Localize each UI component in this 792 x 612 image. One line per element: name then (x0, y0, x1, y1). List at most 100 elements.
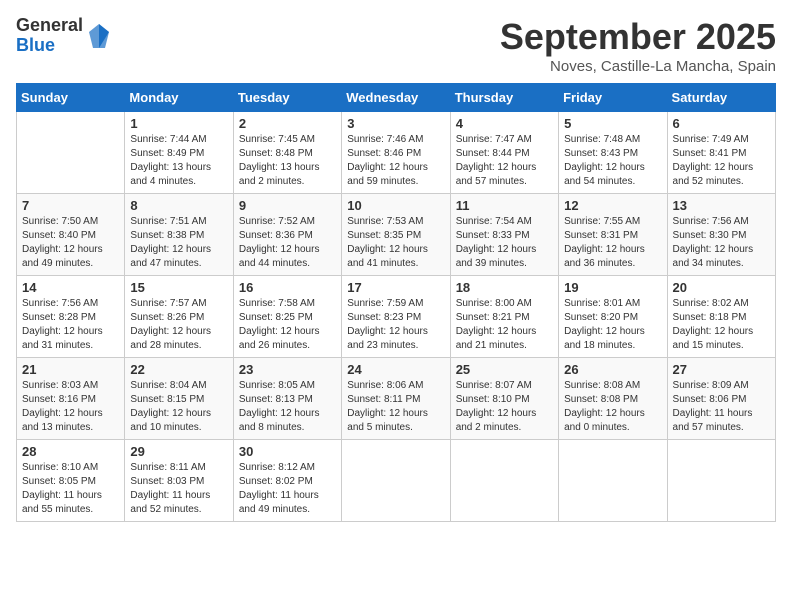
calendar-cell (559, 440, 667, 522)
day-number: 15 (130, 280, 227, 295)
day-info: Sunrise: 7:55 AM Sunset: 8:31 PM Dayligh… (564, 215, 661, 271)
day-info: Sunrise: 8:00 AM Sunset: 8:21 PM Dayligh… (456, 297, 553, 353)
calendar-cell: 14 Sunrise: 7:56 AM Sunset: 8:28 PM Dayli… (17, 276, 125, 358)
day-info: Sunrise: 7:46 AM Sunset: 8:46 PM Dayligh… (347, 133, 444, 189)
day-info: Sunrise: 7:56 AM Sunset: 8:30 PM Dayligh… (673, 215, 770, 271)
calendar-cell: 21Sunrise: 8:03 AM Sunset: 8:16 PM Dayli… (17, 358, 125, 440)
day-info: Sunrise: 7:45 AM Sunset: 8:48 PM Dayligh… (239, 133, 336, 189)
day-info: Sunrise: 7:56 AM Sunset: 8:28 PM Dayligh… (22, 297, 119, 353)
day-number: 12 (564, 198, 661, 213)
day-info: Sunrise: 7:53 AM Sunset: 8:35 PM Dayligh… (347, 215, 444, 271)
calendar-cell (17, 112, 125, 194)
logo-icon (87, 22, 111, 50)
day-number: 1 (130, 116, 227, 131)
calendar-cell: 7 Sunrise: 7:50 AM Sunset: 8:40 PM Daylig… (17, 194, 125, 276)
calendar-cell (450, 440, 558, 522)
month-title: September 2025 (500, 16, 776, 58)
day-number: 3 (347, 116, 444, 131)
day-number: 26 (564, 362, 661, 377)
day-info: Sunrise: 7:58 AM Sunset: 8:25 PM Dayligh… (239, 297, 336, 353)
day-number: 7 (22, 198, 119, 213)
calendar-cell: 19 Sunrise: 8:01 AM Sunset: 8:20 PM Dayli… (559, 276, 667, 358)
day-info: Sunrise: 8:09 AM Sunset: 8:06 PM Dayligh… (673, 379, 770, 435)
day-number: 6 (673, 116, 770, 131)
calendar-cell: 16 Sunrise: 7:58 AM Sunset: 8:25 PM Dayli… (233, 276, 341, 358)
calendar-cell: 20 Sunrise: 8:02 AM Sunset: 8:18 PM Dayli… (667, 276, 775, 358)
day-of-week-header: Monday (125, 84, 233, 112)
calendar-cell (667, 440, 775, 522)
day-number: 2 (239, 116, 336, 131)
day-info: Sunrise: 8:02 AM Sunset: 8:18 PM Dayligh… (673, 297, 770, 353)
day-info: Sunrise: 7:59 AM Sunset: 8:23 PM Dayligh… (347, 297, 444, 353)
day-info: Sunrise: 8:04 AM Sunset: 8:15 PM Dayligh… (130, 379, 227, 435)
day-info: Sunrise: 8:11 AM Sunset: 8:03 PM Dayligh… (130, 461, 227, 517)
calendar-week-row: 7 Sunrise: 7:50 AM Sunset: 8:40 PM Daylig… (17, 194, 776, 276)
day-info: Sunrise: 7:54 AM Sunset: 8:33 PM Dayligh… (456, 215, 553, 271)
calendar-cell: 24 Sunrise: 8:06 AM Sunset: 8:11 PM Dayli… (342, 358, 450, 440)
calendar-cell: 18 Sunrise: 8:00 AM Sunset: 8:21 PM Dayli… (450, 276, 558, 358)
calendar-header-row: SundayMondayTuesdayWednesdayThursdayFrid… (17, 84, 776, 112)
calendar-cell: 22 Sunrise: 8:04 AM Sunset: 8:15 PM Dayli… (125, 358, 233, 440)
day-number: 4 (456, 116, 553, 131)
calendar-cell: 13 Sunrise: 7:56 AM Sunset: 8:30 PM Dayli… (667, 194, 775, 276)
day-of-week-header: Friday (559, 84, 667, 112)
day-number: 20 (673, 280, 770, 295)
day-number: 29 (130, 444, 227, 459)
day-info: Sunrise: 8:03 AM Sunset: 8:16 PM Dayligh… (22, 379, 119, 435)
day-info: Sunrise: 8:06 AM Sunset: 8:11 PM Dayligh… (347, 379, 444, 435)
calendar-cell: 26Sunrise: 8:08 AM Sunset: 8:08 PM Dayli… (559, 358, 667, 440)
calendar-cell: 1 Sunrise: 7:44 AM Sunset: 8:49 PM Daylig… (125, 112, 233, 194)
day-number: 23 (239, 362, 336, 377)
calendar-week-row: 21Sunrise: 8:03 AM Sunset: 8:16 PM Dayli… (17, 358, 776, 440)
day-of-week-header: Tuesday (233, 84, 341, 112)
day-number: 5 (564, 116, 661, 131)
calendar-week-row: 14 Sunrise: 7:56 AM Sunset: 8:28 PM Dayli… (17, 276, 776, 358)
calendar-cell: 5 Sunrise: 7:48 AM Sunset: 8:43 PM Daylig… (559, 112, 667, 194)
day-number: 18 (456, 280, 553, 295)
logo: General Blue (16, 16, 111, 56)
logo-general-text: General (16, 16, 83, 36)
day-info: Sunrise: 8:01 AM Sunset: 8:20 PM Dayligh… (564, 297, 661, 353)
calendar-cell: 30Sunrise: 8:12 AM Sunset: 8:02 PM Dayli… (233, 440, 341, 522)
day-info: Sunrise: 7:51 AM Sunset: 8:38 PM Dayligh… (130, 215, 227, 271)
calendar-cell: 28 Sunrise: 8:10 AM Sunset: 8:05 PM Dayli… (17, 440, 125, 522)
day-number: 22 (130, 362, 227, 377)
day-number: 16 (239, 280, 336, 295)
day-number: 28 (22, 444, 119, 459)
day-number: 30 (239, 444, 336, 459)
calendar-cell: 2 Sunrise: 7:45 AM Sunset: 8:48 PM Daylig… (233, 112, 341, 194)
calendar-cell: 9Sunrise: 7:52 AM Sunset: 8:36 PM Daylig… (233, 194, 341, 276)
day-number: 8 (130, 198, 227, 213)
page-header: General Blue September 2025 Noves, Casti… (16, 16, 776, 75)
day-number: 10 (347, 198, 444, 213)
calendar-cell: 8 Sunrise: 7:51 AM Sunset: 8:38 PM Daylig… (125, 194, 233, 276)
calendar-cell: 25Sunrise: 8:07 AM Sunset: 8:10 PM Dayli… (450, 358, 558, 440)
day-info: Sunrise: 7:44 AM Sunset: 8:49 PM Dayligh… (130, 133, 227, 189)
day-number: 25 (456, 362, 553, 377)
day-number: 19 (564, 280, 661, 295)
day-info: Sunrise: 7:50 AM Sunset: 8:40 PM Dayligh… (22, 215, 119, 271)
day-number: 27 (673, 362, 770, 377)
day-info: Sunrise: 7:57 AM Sunset: 8:26 PM Dayligh… (130, 297, 227, 353)
day-number: 13 (673, 198, 770, 213)
calendar-cell: 27 Sunrise: 8:09 AM Sunset: 8:06 PM Dayli… (667, 358, 775, 440)
calendar-cell: 3 Sunrise: 7:46 AM Sunset: 8:46 PM Daylig… (342, 112, 450, 194)
day-info: Sunrise: 8:05 AM Sunset: 8:13 PM Dayligh… (239, 379, 336, 435)
calendar-cell: 12 Sunrise: 7:55 AM Sunset: 8:31 PM Dayli… (559, 194, 667, 276)
calendar-cell (342, 440, 450, 522)
day-number: 24 (347, 362, 444, 377)
day-of-week-header: Wednesday (342, 84, 450, 112)
day-number: 14 (22, 280, 119, 295)
calendar-cell: 4 Sunrise: 7:47 AM Sunset: 8:44 PM Daylig… (450, 112, 558, 194)
calendar-cell: 17 Sunrise: 7:59 AM Sunset: 8:23 PM Dayli… (342, 276, 450, 358)
day-info: Sunrise: 7:48 AM Sunset: 8:43 PM Dayligh… (564, 133, 661, 189)
day-info: Sunrise: 7:52 AM Sunset: 8:36 PM Dayligh… (239, 215, 336, 271)
day-info: Sunrise: 7:47 AM Sunset: 8:44 PM Dayligh… (456, 133, 553, 189)
day-number: 11 (456, 198, 553, 213)
calendar-cell: 15 Sunrise: 7:57 AM Sunset: 8:26 PM Dayli… (125, 276, 233, 358)
day-number: 17 (347, 280, 444, 295)
day-info: Sunrise: 7:49 AM Sunset: 8:41 PM Dayligh… (673, 133, 770, 189)
calendar-cell: 29 Sunrise: 8:11 AM Sunset: 8:03 PM Dayli… (125, 440, 233, 522)
day-of-week-header: Sunday (17, 84, 125, 112)
day-info: Sunrise: 8:10 AM Sunset: 8:05 PM Dayligh… (22, 461, 119, 517)
